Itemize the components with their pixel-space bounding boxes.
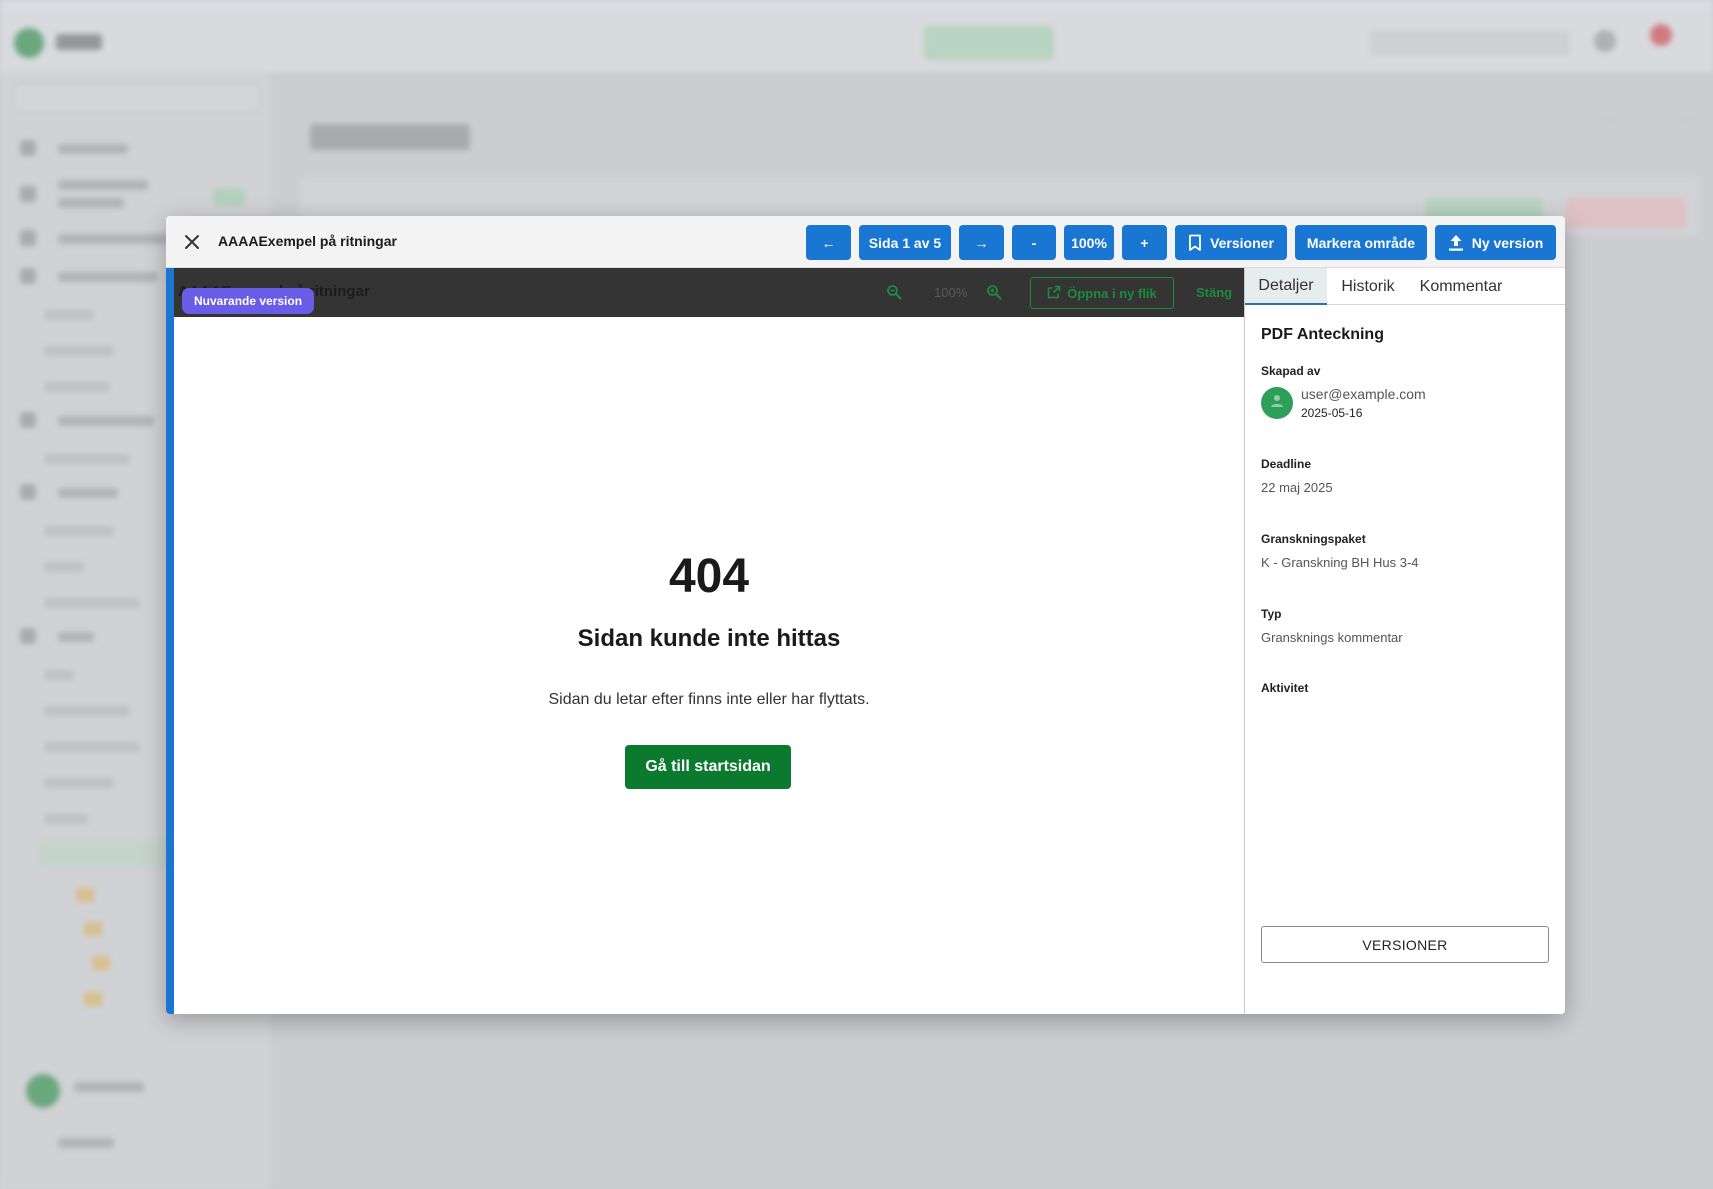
close-icon[interactable] (180, 230, 204, 254)
background-nav-icon (20, 268, 36, 284)
zoom-in-icon[interactable] (986, 284, 1002, 305)
background-help-icon (1594, 30, 1616, 52)
error-title: Sidan kunde inte hittas (577, 625, 841, 652)
type-value: Gransknings kommentar (1261, 630, 1403, 645)
zoom-level-button[interactable]: 100% (1064, 225, 1114, 260)
document-viewer-body: 404 Sidan kunde inte hittas Sidan du let… (174, 317, 1244, 1014)
background-nav-item (58, 272, 158, 282)
panel-heading: PDF Anteckning (1261, 326, 1384, 343)
user-icon (1269, 393, 1285, 414)
background-top-strip (0, 0, 1713, 12)
background-page-title (310, 124, 470, 150)
current-version-badge: Nuvarande version (182, 288, 315, 314)
background-nav-icon (20, 628, 36, 644)
versions-button-label: Versioner (1210, 234, 1274, 251)
background-nav-subitem (44, 526, 114, 536)
page-indicator-button[interactable]: Sida 1 av 5 (859, 225, 951, 260)
prev-page-button[interactable]: ← (806, 225, 851, 260)
background-nav-icon (20, 484, 36, 500)
created-date: 2025-05-16 (1301, 406, 1363, 420)
background-user-name (74, 1082, 144, 1092)
bookmark-icon (1188, 234, 1202, 252)
error-code: 404 (668, 550, 750, 603)
zoom-in-button[interactable]: + (1122, 225, 1167, 260)
background-nav-item (58, 488, 118, 498)
background-logo (14, 28, 44, 58)
background-nav-icon (20, 412, 36, 428)
background-user-avatar (26, 1074, 60, 1108)
versions-button[interactable]: Versioner (1175, 225, 1287, 260)
background-nav-icon (20, 140, 36, 156)
background-nav-item (58, 198, 124, 208)
background-nav-subitem (44, 778, 114, 788)
activity-label: Aktivitet (1261, 681, 1309, 695)
background-nav-subitem (44, 706, 130, 716)
background-nav-subitem (44, 382, 110, 392)
details-panel: Detaljer Historik Kommentar PDF Anteckni… (1245, 268, 1565, 1014)
background-nav-icon (20, 230, 36, 246)
versions-panel-button[interactable]: VERSIONER (1261, 926, 1549, 963)
upload-icon (1448, 234, 1464, 252)
background-notification-icon (1650, 24, 1672, 46)
background-nav-item (58, 180, 148, 190)
details-tabs: Detaljer Historik Kommentar (1245, 268, 1565, 305)
background-nav-subitem (44, 598, 140, 608)
background-nav-item (58, 144, 128, 154)
background-folder-icon (92, 956, 110, 970)
background-nav-subitem (44, 814, 88, 824)
background-folder-icon (76, 888, 94, 902)
background-sidebar-search (14, 84, 260, 112)
avatar (1261, 387, 1293, 419)
mark-area-button[interactable]: Markera område (1295, 225, 1427, 260)
tab-details[interactable]: Detaljer (1245, 268, 1327, 305)
background-nav-subitem (44, 346, 114, 356)
tab-history[interactable]: Historik (1327, 268, 1409, 305)
background-nav-subitem (44, 742, 140, 752)
background-nav-subitem (44, 454, 130, 464)
background-logout (58, 1138, 114, 1148)
tab-comment[interactable]: Kommentar (1409, 268, 1513, 305)
viewer-accent-bar (166, 268, 174, 1014)
document-viewer-modal: AAAAExempel på ritningar ← Sida 1 av 5 →… (166, 216, 1565, 1014)
type-label: Typ (1261, 607, 1282, 621)
open-in-new-tab-button[interactable]: Öppna i ny flik (1030, 277, 1174, 309)
background-nav-pill (212, 188, 246, 206)
background-folder-icon (84, 922, 102, 936)
go-to-start-button[interactable]: Gå till startsidan (625, 745, 791, 789)
package-value: K - Granskning BH Hus 3-4 (1261, 555, 1419, 570)
new-version-button[interactable]: Ny version (1435, 225, 1556, 260)
background-nav-subitem (44, 562, 84, 572)
viewer-toolbar: AAAAExempel på ritningar 100% Öppna i ny… (174, 268, 1244, 317)
open-in-new-tab-label: Öppna i ny flik (1067, 285, 1157, 301)
background-search (1370, 30, 1570, 56)
background-box (1606, 118, 1690, 166)
next-page-button[interactable]: → (959, 225, 1004, 260)
modal-title: AAAAExempel på ritningar (218, 233, 397, 249)
new-version-button-label: Ny version (1471, 234, 1544, 251)
background-project-chip (924, 26, 1054, 60)
created-by-label: Skapad av (1261, 364, 1321, 378)
deadline-value: 22 maj 2025 (1261, 480, 1333, 495)
background-nav-item (58, 234, 168, 244)
deadline-label: Deadline (1261, 457, 1312, 471)
background-nav-item (58, 416, 154, 426)
background-folder-icon (84, 992, 102, 1006)
background-nav-icon (20, 186, 36, 202)
zoom-out-icon[interactable] (886, 284, 902, 305)
background-red-button (1566, 198, 1686, 228)
viewer-close-button[interactable]: Stäng (1196, 285, 1232, 300)
background-nav-item (58, 632, 94, 642)
zoom-out-button[interactable]: - (1012, 225, 1056, 260)
background-logo-text (56, 34, 102, 50)
background-nav-subitem (44, 310, 94, 320)
background-nav-subitem (44, 670, 74, 680)
external-link-icon (1047, 285, 1061, 302)
package-label: Granskningspaket (1261, 532, 1366, 546)
created-by-email: user@example.com (1301, 386, 1426, 402)
viewer-zoom-level: 100% (934, 285, 968, 300)
modal-header: AAAAExempel på ritningar ← Sida 1 av 5 →… (166, 216, 1565, 268)
error-description: Sidan du letar efter finns inte eller ha… (548, 691, 870, 708)
